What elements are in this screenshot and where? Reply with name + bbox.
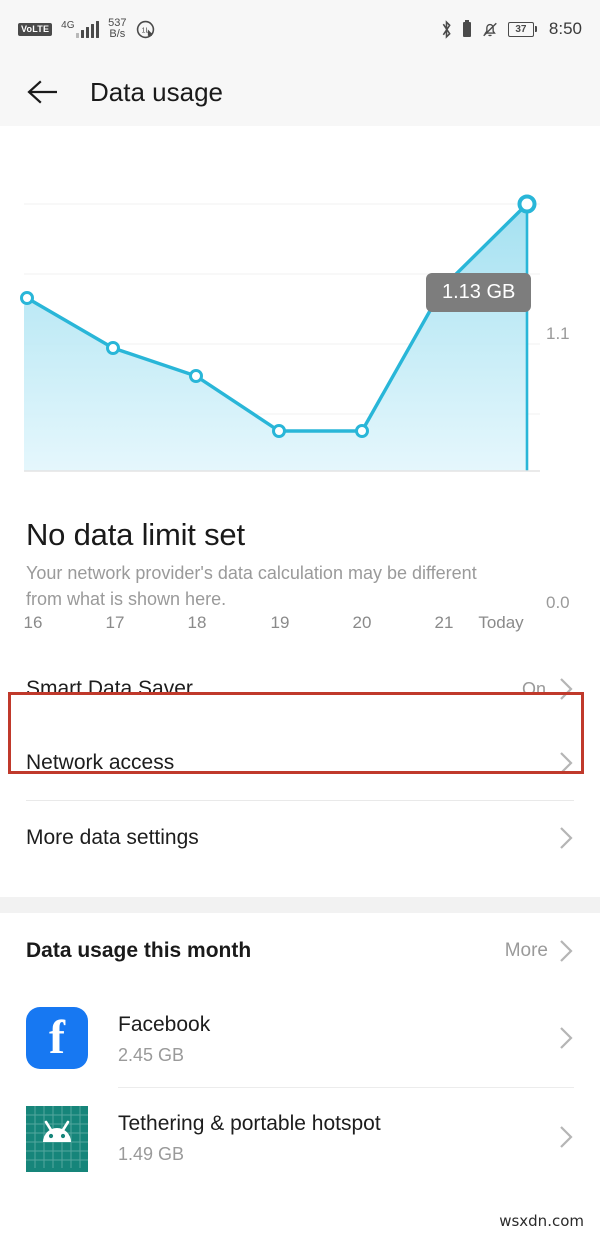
list-item[interactable]: f Facebook 2.45 GB <box>0 989 600 1087</box>
signal-bars-icon: 4G <box>61 19 100 38</box>
bluetooth-icon <box>440 19 453 39</box>
status-bar-right: 37 8:50 <box>440 19 582 39</box>
chart-y-tick-bottom: 0.0 <box>546 593 570 612</box>
section-separator <box>0 897 600 914</box>
data-rate-unit: B/s <box>109 28 126 40</box>
svg-text:1L: 1L <box>141 26 149 34</box>
back-arrow-icon[interactable] <box>26 75 60 109</box>
data-usage-chart: 1.13 GB 1.1 0.0 16 17 18 19 20 21 Today <box>0 126 600 632</box>
app-name: Tethering & portable hotspot <box>118 1111 381 1135</box>
data-rate-indicator: 537 B/s <box>108 18 126 40</box>
smart-data-saver-value: On <box>521 678 546 699</box>
watermark: wsxdn.com <box>499 1212 584 1230</box>
data-saver-icon: 1L <box>136 20 155 39</box>
smart-data-saver-label: Smart Data Saver <box>26 677 193 701</box>
settings-rows: Smart Data Saver On Network access More … <box>0 652 600 875</box>
battery-percent: 37 <box>507 21 534 37</box>
chart-x-tick-0: 16 <box>23 613 43 632</box>
chart-x-tick-1: 17 <box>105 613 125 632</box>
app-name: Facebook <box>118 1012 211 1036</box>
chart-y-tick-top: 1.1 <box>546 324 570 343</box>
clock: 8:50 <box>548 19 582 38</box>
data-usage-screen: VoLTE 4G 537 B/s 1L 37 8:50 Data usage 1… <box>0 0 600 1238</box>
month-usage-title: Data usage this month <box>26 939 252 963</box>
battery-icon: 37 <box>507 21 537 37</box>
battery-cap <box>534 26 537 32</box>
chevron-right-icon <box>558 1025 574 1051</box>
page-title: Data usage <box>90 76 223 107</box>
chevron-right-icon <box>558 825 574 851</box>
app-bar: Data usage <box>0 58 600 126</box>
status-bar-left: VoLTE 4G 537 B/s 1L <box>18 18 155 40</box>
chevron-right-icon <box>558 750 574 776</box>
data-limit-title: No data limit set <box>26 517 245 552</box>
chart-x-tick-2: 18 <box>187 613 207 632</box>
facebook-icon: f <box>26 1007 88 1070</box>
app-size: 2.45 GB <box>118 1044 185 1065</box>
app-size: 1.49 GB <box>118 1143 185 1164</box>
month-usage-header: Data usage this month More <box>0 913 600 989</box>
chart-x-tick-5: 21 <box>434 613 454 632</box>
chart-x-tick-6: Today <box>478 613 524 632</box>
app-meta: Tethering & portable hotspot 1.49 GB <box>118 1110 381 1165</box>
chart-x-axis: 16 17 18 19 20 21 Today <box>0 613 600 639</box>
chevron-right-icon <box>558 676 574 702</box>
chevron-right-icon[interactable] <box>558 938 574 964</box>
chart-x-tick-3: 19 <box>270 613 290 632</box>
status-bar: VoLTE 4G 537 B/s 1L 37 8:50 <box>0 0 600 58</box>
month-usage-more-label[interactable]: More <box>505 940 548 962</box>
network-type-label: 4G <box>61 19 75 31</box>
android-icon <box>26 1106 88 1173</box>
more-data-settings-label: More data settings <box>26 826 199 850</box>
chart-x-tick-4: 20 <box>352 613 372 632</box>
chart-tooltip: 1.13 GB <box>426 273 532 312</box>
sidebar-item-smart-data-saver[interactable]: Smart Data Saver On <box>0 652 600 726</box>
data-limit-subtitle: Your network provider's data calculation… <box>26 563 477 610</box>
sidebar-item-more-data-settings[interactable]: More data settings <box>0 801 600 875</box>
facebook-glyph: f <box>26 1007 88 1070</box>
list-item[interactable]: Tethering & portable hotspot 1.49 GB <box>0 1088 600 1186</box>
silent-mode-icon <box>481 20 499 39</box>
sim-battery-icon <box>462 20 472 38</box>
app-meta: Facebook 2.45 GB <box>118 1011 210 1066</box>
network-access-label: Network access <box>26 751 175 775</box>
sidebar-item-network-access[interactable]: Network access <box>0 726 600 800</box>
data-limit-section: No data limit set Your network provider'… <box>0 511 600 612</box>
volte-badge: VoLTE <box>18 22 53 36</box>
chevron-right-icon <box>558 1124 574 1150</box>
